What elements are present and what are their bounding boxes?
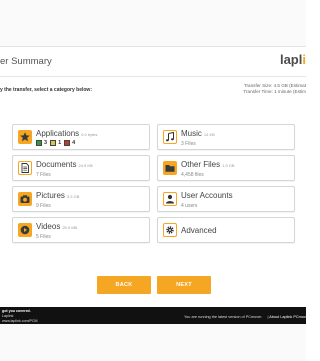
folder-icon bbox=[163, 161, 177, 175]
category-label: Applications 0.0 bytes bbox=[36, 129, 98, 138]
music-note-icon bbox=[163, 130, 177, 144]
user-icon bbox=[163, 192, 177, 206]
logo-text: lapl bbox=[279, 52, 303, 67]
page-title: er Summary bbox=[0, 56, 52, 67]
category-advanced[interactable]: Advanced bbox=[157, 217, 295, 243]
footer-tagline: got you covered. Laplink www.laplink.com… bbox=[2, 309, 38, 325]
transfer-info: Transfer Size: 4.5 GB (Estimat Transfer … bbox=[243, 83, 306, 96]
play-icon bbox=[18, 223, 32, 237]
yellow-square-icon bbox=[50, 140, 57, 146]
application-counts: 3 1 4 bbox=[36, 140, 75, 146]
footer-status: You are running the latest version of PC… bbox=[184, 315, 309, 319]
category-applications[interactable]: Applications 0.0 bytes 3 1 4 bbox=[12, 124, 150, 150]
next-button[interactable]: NEXT bbox=[157, 276, 211, 294]
count-incompatible: 4 bbox=[64, 140, 75, 146]
category-size: 3.3 GB bbox=[66, 194, 80, 199]
laplink-logo: lapli bbox=[280, 52, 306, 67]
category-music[interactable]: Music 14 KB 3 Files bbox=[157, 124, 295, 150]
count-warning: 1 bbox=[50, 140, 61, 146]
category-pictures[interactable]: Pictures 3.3 GB 9 Files bbox=[12, 186, 150, 212]
category-count: 5 Files bbox=[36, 234, 51, 240]
category-size: 25.9 MB bbox=[62, 225, 78, 230]
category-size: 24.9 KB bbox=[78, 163, 93, 168]
category-count: 4 users bbox=[181, 203, 198, 209]
category-videos[interactable]: Videos 25.9 MB 5 Files bbox=[12, 217, 150, 243]
about-link[interactable]: About Laplink PCmover bbox=[269, 315, 309, 319]
category-size: 0.0 bytes bbox=[81, 132, 98, 137]
category-count: 3 Files bbox=[181, 141, 196, 147]
back-button[interactable]: BACK bbox=[97, 276, 151, 294]
divider bbox=[0, 46, 306, 47]
category-count: 7 Files bbox=[36, 172, 51, 178]
category-size: 14 KB bbox=[203, 132, 215, 137]
category-other-files[interactable]: Other Files 1.9 GB 4,458 files bbox=[157, 155, 295, 181]
category-documents[interactable]: Documents 24.9 KB 7 Files bbox=[12, 155, 150, 181]
category-label: Pictures 3.3 GB bbox=[36, 191, 80, 200]
category-label: Advanced bbox=[181, 226, 217, 235]
document-icon bbox=[18, 161, 32, 175]
instructions-text: y the transfer, select a category below: bbox=[0, 87, 92, 93]
version-status: You are running the latest version of PC… bbox=[184, 315, 263, 319]
red-square-icon bbox=[64, 140, 71, 146]
camera-icon bbox=[18, 192, 32, 206]
category-size: 1.9 GB bbox=[222, 163, 235, 168]
footer-bar: got you covered. Laplink www.laplink.com… bbox=[0, 307, 309, 325]
window-bottom-area bbox=[0, 324, 306, 361]
count-compatible: 3 bbox=[36, 140, 47, 146]
category-count: 4,458 files bbox=[181, 172, 204, 178]
category-count: 9 Files bbox=[36, 203, 51, 209]
star-icon bbox=[18, 130, 32, 144]
category-label: User Accounts bbox=[181, 191, 233, 200]
category-label: Music 14 KB bbox=[181, 129, 215, 138]
category-label: Other Files 1.9 GB bbox=[181, 160, 235, 169]
category-label: Videos 25.9 MB bbox=[36, 222, 78, 231]
logo-accent: i bbox=[302, 52, 306, 67]
category-user-accounts[interactable]: User Accounts 4 users bbox=[157, 186, 295, 212]
transfer-time: Transfer Time: 1 minute (Estim bbox=[243, 89, 306, 95]
divider bbox=[0, 76, 306, 77]
category-label: Documents 24.9 KB bbox=[36, 160, 93, 169]
gear-icon bbox=[163, 223, 177, 237]
window-top-area bbox=[0, 0, 306, 46]
green-square-icon bbox=[36, 140, 42, 146]
